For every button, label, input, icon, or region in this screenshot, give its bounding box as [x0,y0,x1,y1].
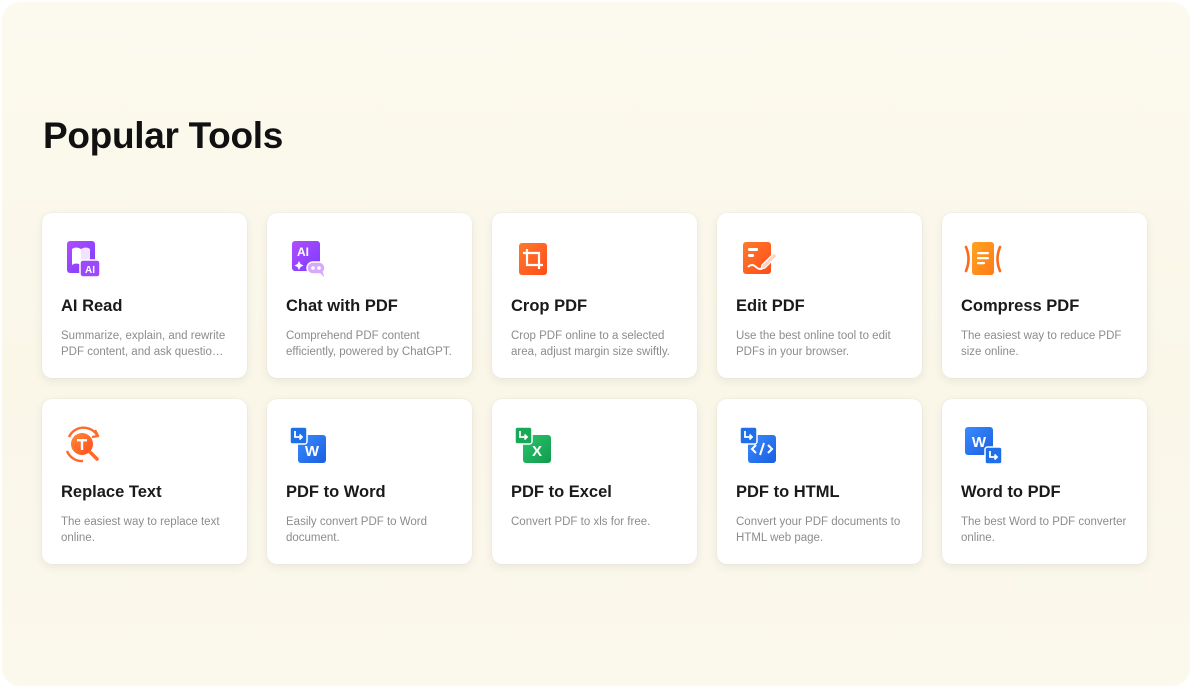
tool-title: Edit PDF [736,297,805,315]
tool-card-crop-pdf[interactable]: Crop PDF Crop PDF online to a selected a… [492,213,697,378]
edit-icon [736,237,780,281]
chat-ai-icon: AI [286,237,330,281]
tool-card-replace-text[interactable]: Replace Text The easiest way to replace … [42,399,247,564]
tool-description: Comprehend PDF content efficiently, powe… [286,330,452,358]
tool-card-compress-pdf[interactable]: Compress PDF The easiest way to reduce P… [942,213,1147,378]
tool-title: Replace Text [61,483,162,501]
tool-title: PDF to HTML [736,483,840,501]
word-to-pdf-icon: W [961,423,1005,467]
tool-card-chat-with-pdf[interactable]: AI Chat with PDF Comprehend PDF content … [267,213,472,378]
tool-description: Convert your PDF documents to HTML web p… [736,516,901,544]
tool-title: PDF to Excel [511,483,612,501]
compress-icon [961,237,1005,281]
tool-title: Crop PDF [511,297,588,315]
tool-card-pdf-to-word[interactable]: W PDF to Word Easily convert PDF to Word… [267,399,472,564]
tool-card-pdf-to-html[interactable]: PDF to HTML Convert your PDF documents t… [717,399,922,564]
tool-title: Compress PDF [961,297,1080,315]
tool-title: PDF to Word [286,483,386,501]
tool-description: The easiest way to reduce PDF size onlin… [961,330,1122,358]
tool-title: AI Read [61,297,123,315]
tool-description: Use the best online tool to edit PDFs in… [736,330,891,358]
tool-description: Crop PDF online to a selected area, adju… [511,330,670,358]
ai-read-icon: AI [61,237,105,281]
tool-card-ai-read[interactable]: AI AI Read Summarize, explain, and rewri… [42,213,247,378]
crop-icon [511,237,555,281]
svg-text:W: W [305,443,320,460]
tool-card-word-to-pdf[interactable]: W Word to PDF The best Word to PDF conve… [942,399,1147,564]
tool-description: The best Word to PDF converter online. [961,516,1127,544]
tool-description: Easily convert PDF to Word document. [286,516,428,544]
page-title: Popular Tools [43,115,284,156]
tool-title: Word to PDF [961,483,1061,501]
svg-text:AI: AI [85,265,95,276]
popular-tools-panel: Popular Tools AI AI Read Summarize, expl… [2,2,1190,686]
replace-text-icon [61,423,105,467]
tools-grid: AI AI Read Summarize, explain, and rewri… [42,213,1150,564]
tool-card-pdf-to-excel[interactable]: X PDF to Excel Convert PDF to xls for fr… [492,399,697,564]
svg-text:AI: AI [297,245,309,259]
tool-description: The easiest way to replace text online. [61,516,220,544]
tool-description: Convert PDF to xls for free. [511,516,651,528]
tool-card-edit-pdf[interactable]: Edit PDF Use the best online tool to edi… [717,213,922,378]
tool-description: Summarize, explain, and rewrite PDF cont… [61,330,226,358]
pdf-to-html-icon [736,423,780,467]
tool-title: Chat with PDF [286,297,398,315]
pdf-to-word-icon: W [286,423,330,467]
pdf-to-excel-icon: X [511,423,555,467]
svg-text:X: X [532,443,542,460]
